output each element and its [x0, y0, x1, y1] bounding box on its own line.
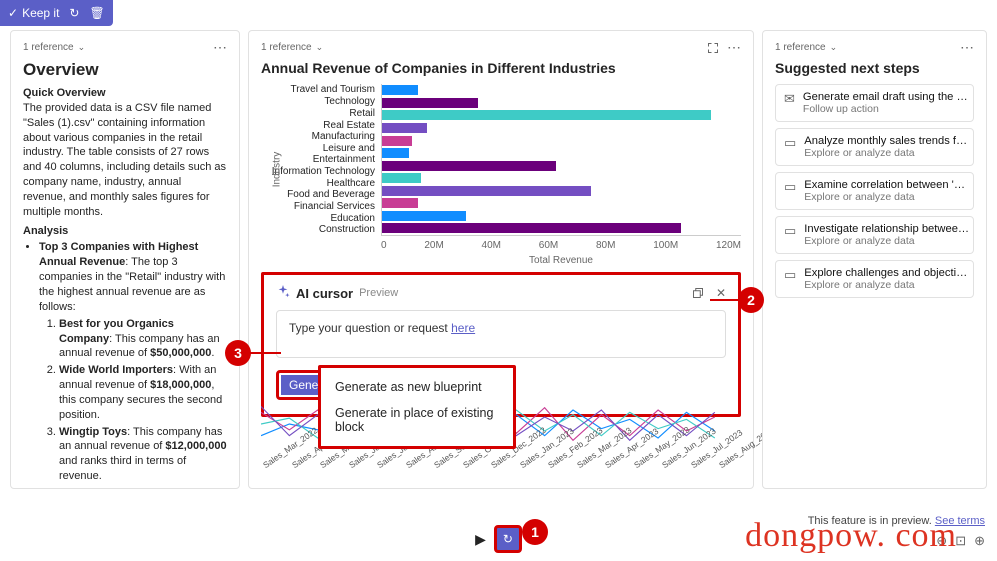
preview-notice: This feature is in preview. See terms — [808, 515, 985, 527]
category-label: Food and Beverage — [261, 189, 375, 200]
suggestion-icon: ▭ — [784, 223, 796, 247]
suggested-item[interactable]: ▭ Investigate relationship between 'Ave..… — [775, 216, 974, 254]
x-tick: 60M — [539, 240, 558, 251]
top3-item: Wide World Importers: With an annual rev… — [59, 363, 227, 422]
callout-line — [710, 299, 740, 301]
callout-2: 2 — [738, 287, 764, 313]
chevron-down-icon[interactable]: ⌄ — [78, 42, 86, 53]
zoom-out-icon[interactable]: ⊖ — [936, 533, 947, 549]
more-icon[interactable]: ⋯ — [213, 39, 227, 56]
suggestion-icon: ▭ — [784, 135, 796, 159]
callout-line — [249, 352, 281, 354]
generate-menu-item[interactable]: Generate as new blueprint — [321, 374, 513, 400]
suggested-item[interactable]: ✉ Generate email draft using the conte...… — [775, 84, 974, 122]
popout-icon[interactable] — [692, 286, 704, 300]
category-label: Manufacturing — [261, 131, 375, 142]
suggestion-title: Investigate relationship between 'Ave... — [804, 223, 969, 235]
bar — [382, 161, 556, 171]
category-label: Travel and Tourism — [261, 84, 375, 95]
analysis-heading: Analysis — [23, 224, 227, 239]
generate-menu-item[interactable]: Generate in place of existing block — [321, 400, 513, 440]
reference-count[interactable]: 1 reference — [775, 42, 826, 53]
ai-input-placeholder: Type your question or request — [289, 321, 451, 335]
category-label: Technology — [261, 96, 375, 107]
overview-panel: 1 reference ⌄ ⋯ Overview Quick Overview T… — [10, 30, 240, 489]
suggestion-title: Examine correlation between 'Numb... — [804, 179, 969, 191]
top3-item: Wingtip Toys: This company has an annual… — [59, 425, 227, 484]
bar — [382, 98, 478, 108]
x-tick: 40M — [482, 240, 501, 251]
suggestion-subtitle: Explore or analyze data — [804, 279, 969, 291]
suggested-item[interactable]: ▭ Analyze monthly sales trends for eac...… — [775, 128, 974, 166]
suggestion-title: Generate email draft using the conte... — [803, 91, 968, 103]
suggested-title: Suggested next steps — [775, 60, 974, 76]
preview-badge: Preview — [359, 287, 398, 299]
suggestion-icon: ▭ — [784, 179, 796, 203]
x-axis-label: Total Revenue — [381, 255, 741, 266]
generate-menu: Generate as new blueprint Generate in pl… — [318, 365, 516, 449]
ai-cursor-title: AI cursor — [296, 286, 353, 301]
suggestion-subtitle: Explore or analyze data — [804, 191, 969, 203]
chevron-down-icon[interactable]: ⌄ — [316, 42, 324, 53]
more-icon[interactable]: ⋯ — [960, 39, 974, 56]
category-label: Education — [261, 213, 375, 224]
bar-chart: Industry Travel and TourismTechnologyRet… — [261, 84, 741, 236]
play-icon[interactable]: ▶ — [475, 531, 486, 548]
quick-overview-heading: Quick Overview — [23, 86, 227, 101]
x-tick: 0 — [381, 240, 387, 251]
suggestion-subtitle: Follow up action — [803, 103, 968, 115]
bar — [382, 223, 681, 233]
chevron-down-icon[interactable]: ⌄ — [830, 42, 838, 53]
suggested-item[interactable]: ▭ Explore challenges and objectives of ..… — [775, 260, 974, 298]
suggestion-subtitle: Explore or analyze data — [804, 147, 969, 159]
category-label: Construction — [261, 224, 375, 235]
check-icon: ✓ — [8, 6, 18, 20]
quick-overview-text: The provided data is a CSV file named "S… — [23, 101, 227, 220]
top3-item: Best for you Organics Company: This comp… — [59, 317, 227, 362]
suggestion-icon: ▭ — [784, 267, 796, 291]
suggestion-title: Explore challenges and objectives of ... — [804, 267, 969, 279]
x-tick: 120M — [716, 240, 741, 251]
bar — [382, 136, 412, 146]
overview-para2: These companies have achieved significan… — [23, 486, 227, 489]
x-tick: 100M — [653, 240, 678, 251]
zoom-in-icon[interactable]: ⊕ — [974, 533, 985, 549]
bar — [382, 110, 711, 120]
callout-1: 1 — [522, 519, 548, 545]
category-label: Financial Services — [261, 201, 375, 212]
overview-title: Overview — [23, 60, 227, 80]
reference-count[interactable]: 1 reference — [261, 42, 312, 53]
ai-toolbar-button[interactable]: ↻ — [494, 525, 522, 553]
category-label: Retail — [261, 108, 375, 119]
callout-3: 3 — [225, 340, 251, 366]
y-axis-label: Industry — [271, 152, 282, 188]
more-icon[interactable]: ⋯ — [727, 39, 741, 56]
x-tick: 80M — [596, 240, 615, 251]
refresh-icon[interactable]: ↻ — [69, 6, 79, 20]
suggestion-title: Analyze monthly sales trends for eac... — [804, 135, 969, 147]
bar — [382, 186, 591, 196]
x-tick: 20M — [424, 240, 443, 251]
bar — [382, 123, 427, 133]
bar — [382, 173, 421, 183]
bar — [382, 198, 418, 208]
bar — [382, 211, 466, 221]
suggested-item[interactable]: ▭ Examine correlation between 'Numb...Exp… — [775, 172, 974, 210]
trash-icon[interactable]: 🗑 — [89, 6, 104, 20]
sparkle-icon — [276, 285, 290, 302]
category-label: Real Estate — [261, 120, 375, 131]
suggestion-icon: ✉ — [784, 91, 795, 115]
expand-icon[interactable] — [707, 42, 719, 54]
suggestion-subtitle: Explore or analyze data — [804, 235, 969, 247]
reference-count[interactable]: 1 reference — [23, 42, 74, 53]
see-terms-link[interactable]: See terms — [935, 515, 985, 527]
bar — [382, 148, 409, 158]
here-link[interactable]: here — [451, 321, 475, 335]
suggested-panel: 1 reference ⌄ ⋯ Suggested next steps ✉ Gen… — [762, 30, 987, 489]
chart-title: Annual Revenue of Companies in Different… — [261, 60, 741, 76]
keep-it-label[interactable]: Keep it — [22, 6, 59, 20]
bar — [382, 85, 418, 95]
zoom-fit-icon[interactable]: ⊡ — [955, 533, 966, 549]
ai-cursor-input[interactable]: Type your question or request here — [276, 310, 726, 358]
